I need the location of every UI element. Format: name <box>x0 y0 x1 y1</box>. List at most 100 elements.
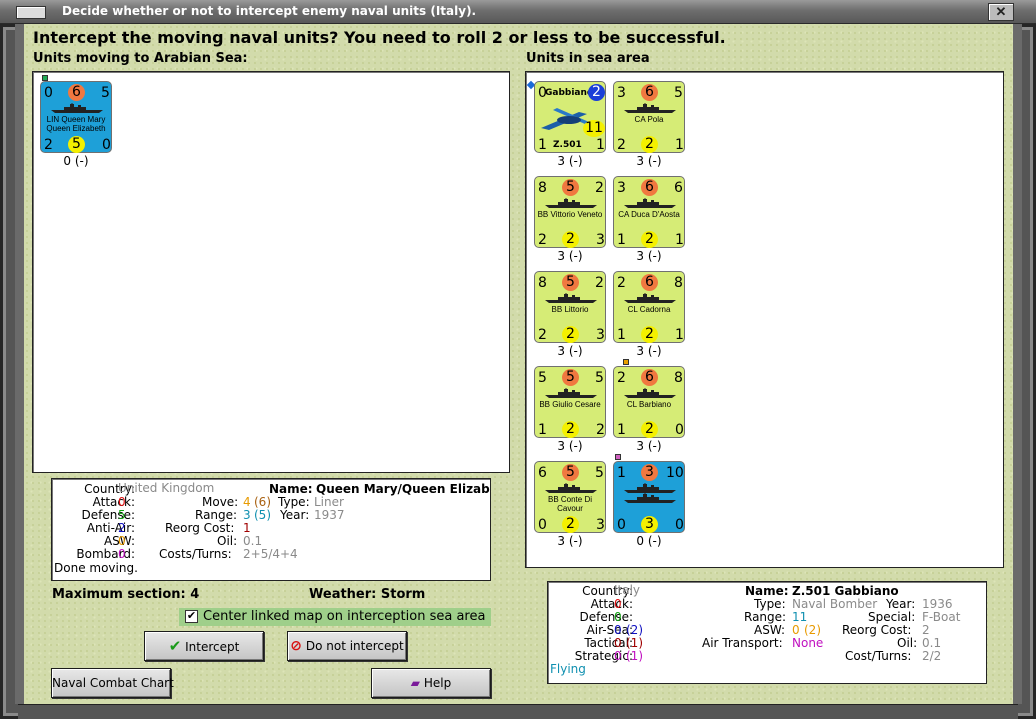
counter-status: 3 (-) <box>636 344 662 358</box>
counter-top-left: 5 <box>538 370 547 386</box>
intercept-question: Intercept the moving naval units? You ne… <box>33 28 726 47</box>
counter-top-circle: 6 <box>641 369 658 386</box>
rinfo-costs: 2/2 <box>922 649 942 663</box>
unit-counter-face: 2 6 8 CL Barbiano 1 2 0 <box>613 366 685 438</box>
counter-bottom-circle: 2 <box>562 231 579 248</box>
ship-silhouette-icon <box>624 293 676 303</box>
counter-status: 0 (-) <box>636 534 662 548</box>
counter-bottom-circle: 2 <box>641 136 658 153</box>
counter-status: 3 (-) <box>636 249 662 263</box>
counter-unit-name: BB Vittorio Veneto <box>537 210 603 219</box>
counter-unit-name: CA Duca D'Aosta <box>618 210 680 219</box>
counter-top-left: 6 <box>538 465 547 481</box>
counter-top-right: 5 <box>101 85 110 101</box>
counter-unit-name: CA Pola <box>634 115 664 124</box>
counter-top-left: 2 <box>617 370 626 386</box>
counter-unit-name: CL Barbiano <box>626 400 672 409</box>
counter-range-value: 11 <box>583 120 605 137</box>
frame-right-edge <box>1013 24 1022 704</box>
counter-bottom-right: 3 <box>596 327 605 343</box>
counter-top-left: 8 <box>538 180 547 196</box>
counter-unit-name: LIN Queen Mary Queen Elizabeth <box>46 115 106 133</box>
counter-status: 3 (-) <box>557 534 583 548</box>
intercept-button[interactable]: ✔ Intercept <box>144 631 264 661</box>
window-title: Decide whether or not to intercept enemy… <box>62 4 477 18</box>
sea-units-label: Units in sea area <box>526 51 650 66</box>
counter-bottom-circle: 2 <box>641 231 658 248</box>
counter-bottom-right: 1 <box>596 137 605 153</box>
counter-bottom-right: 2 <box>596 422 605 438</box>
sea-units-list[interactable]: 0 Gabbiano 2 11 1 Z.501 1 3 (-) 3 6 5 CA Pola 2 2 1 3 (… <box>525 71 1004 568</box>
rinfo-airtransport: None <box>792 636 824 650</box>
ship-silhouette-icon <box>545 483 597 493</box>
info-costs-label: Costs/Turns: <box>159 547 232 561</box>
checkmark-icon: ✔ <box>168 637 182 655</box>
center-map-option[interactable]: ✔ Center linked map on interception sea … <box>179 608 491 626</box>
naval-combat-chart-label: Naval Combat Chart <box>52 676 174 690</box>
moving-units-list[interactable]: 0 6 5 LIN Queen Mary Queen Elizabeth 2 5 0 0 (-… <box>32 71 510 473</box>
counter-status: 3 (-) <box>636 439 662 453</box>
moving-unit-info-panel: Country: United Kingdom Attack: 0 Defens… <box>51 478 491 581</box>
counter-status: 0 (-) <box>63 154 89 168</box>
frame-left-edge <box>15 24 24 704</box>
counter-bottom-right: 1 <box>675 137 684 153</box>
counter-top-left: 3 <box>617 85 626 101</box>
info-year: 1937 <box>314 508 345 522</box>
rinfo-airtransport-label: Air Transport: <box>702 636 783 650</box>
do-not-intercept-button[interactable]: ⊘ Do not intercept <box>287 631 407 661</box>
help-button[interactable]: ▰ Help <box>371 668 491 698</box>
ship-silhouette-icon <box>545 293 597 303</box>
center-map-checkbox[interactable]: ✔ <box>185 610 198 623</box>
unit-counter-face: 8 5 2 BB Vittorio Veneto 2 2 3 <box>534 176 606 248</box>
counter-bottom-circle: 2 <box>562 326 579 343</box>
counter-bottom-right: 3 <box>596 517 605 533</box>
counter-bottom-right: 1 <box>675 232 684 248</box>
counter-bottom-left: 0 <box>617 517 626 533</box>
counter-bottom-left: 1 <box>617 327 626 343</box>
counter-top-right: 6 <box>674 180 683 196</box>
counter-top-circle: 2 <box>588 84 605 101</box>
intercept-button-label: Intercept <box>185 640 240 654</box>
unit-marker-icon <box>615 454 621 460</box>
counter-bottom-left: 1 <box>538 137 547 153</box>
info-status: Done moving. <box>54 561 138 575</box>
sea-unit-info-panel: Country: Italy Attack: 0 Defense: 0 Air-… <box>547 581 987 684</box>
counter-bottom-left: 2 <box>538 232 547 248</box>
counter-bottom-right: 0 <box>675 422 684 438</box>
naval-combat-chart-button[interactable]: Naval Combat Chart <box>51 668 174 698</box>
ship-silhouette-icon <box>624 103 676 113</box>
bottom-frame <box>18 704 1018 719</box>
counter-bottom-circle: 2 <box>641 326 658 343</box>
close-icon: ✕ <box>995 4 1007 19</box>
unit-counter-face: 6 5 5 BB Conte Di Cavour 0 2 3 <box>534 461 606 533</box>
close-button[interactable]: ✕ <box>988 3 1014 21</box>
counter-top-circle: 5 <box>562 179 579 196</box>
counter-top-circle: 6 <box>68 84 85 101</box>
rinfo-status: Flying <box>550 662 586 676</box>
counter-unit-name: CL Cadorna <box>627 305 671 314</box>
rinfo-costs-label: Cost/Turns: <box>845 649 912 663</box>
ship-silhouette-icon <box>624 198 676 208</box>
unit-counter-face: 1 3 10 0 3 0 <box>613 461 685 533</box>
counter-top-right: 10 <box>666 465 684 481</box>
maximum-section: Maximum section: 4 <box>52 587 200 602</box>
counter-top-left: 8 <box>538 275 547 291</box>
counter-top-left: 3 <box>617 180 626 196</box>
counter-unit-name: BB Giulio Cesare <box>539 400 601 409</box>
counter-top-right: 5 <box>595 465 604 481</box>
info-bombard: 0 <box>118 547 126 561</box>
counter-top-circle: 5 <box>562 464 579 481</box>
counter-top-circle: 6 <box>641 179 658 196</box>
counter-bottom-left: 2 <box>538 327 547 343</box>
counter-top-circle: 5 <box>562 369 579 386</box>
window-menu-button[interactable] <box>16 6 46 19</box>
counter-top-left: 2 <box>617 275 626 291</box>
counter-bottom-right: 1 <box>675 327 684 343</box>
title-bar: Decide whether or not to intercept enemy… <box>0 0 1036 24</box>
counter-top-right: 8 <box>674 275 683 291</box>
info-year-label: Year: <box>280 508 310 522</box>
checkmark-icon: ✔ <box>186 610 197 622</box>
info-range-paren: (5) <box>254 508 271 522</box>
counter-top-right: 5 <box>674 85 683 101</box>
counter-top-circle: 6 <box>641 274 658 291</box>
